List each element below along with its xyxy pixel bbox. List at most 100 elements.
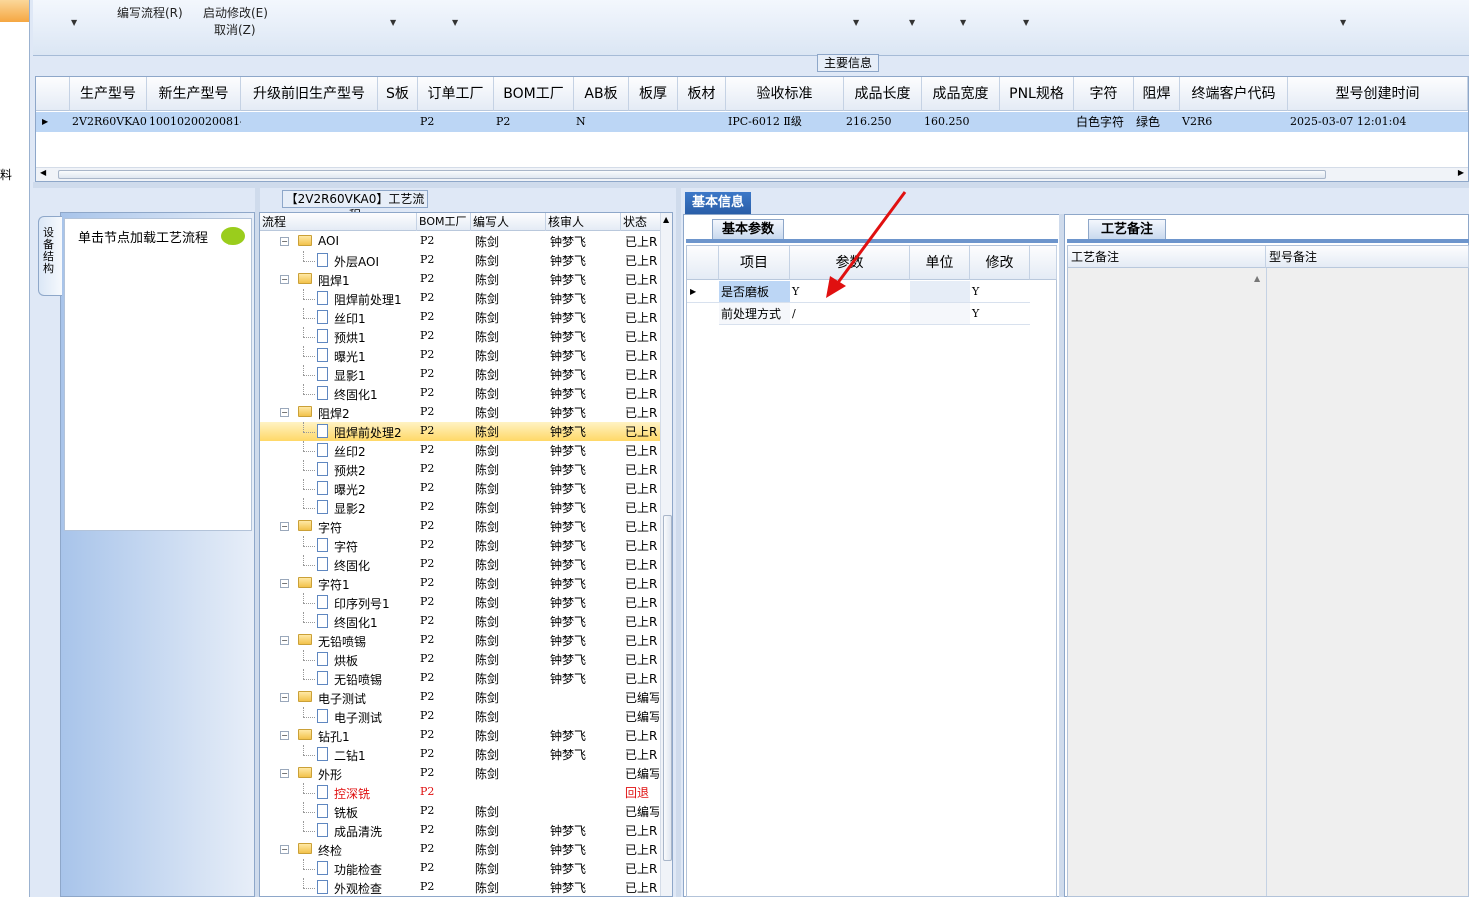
col-header[interactable]: BOM工厂 <box>417 213 471 231</box>
table-cell[interactable] <box>1000 112 1074 132</box>
tab-basic-info[interactable]: 基本信息 <box>685 192 751 214</box>
tree-folder-node[interactable]: − 外形 P2 陈剑 已编写 <box>260 764 660 783</box>
col-header[interactable]: 升级前旧生产型号 <box>241 77 378 111</box>
tree-folder-node[interactable]: − 无铅喷锡 P2 陈剑 钟梦飞 已上R <box>260 631 660 650</box>
tree-leaf-node[interactable]: 电子测试 P2 陈剑 已编写 <box>260 707 660 726</box>
tree-leaf-node[interactable]: 外层AOI P2 陈剑 钟梦飞 已上R <box>260 251 660 270</box>
table-cell[interactable]: 绿色 <box>1134 112 1180 132</box>
tree-leaf-node[interactable]: 铣板 P2 陈剑 已编写 <box>260 802 660 821</box>
table-cell[interactable] <box>629 112 678 132</box>
tree-leaf-node[interactable]: 成品清洗 P2 陈剑 钟梦飞 已上R <box>260 821 660 840</box>
col-header[interactable]: 新生产型号 <box>147 77 241 111</box>
col-header[interactable]: 字符 <box>1074 77 1134 111</box>
tree-leaf-node[interactable]: 显影1 P2 陈剑 钟梦飞 已上R <box>260 365 660 384</box>
collapse-icon[interactable]: − <box>280 636 289 645</box>
tree-folder-node[interactable]: − AOI P2 陈剑 钟梦飞 已上R <box>260 232 660 251</box>
write-flow-button[interactable]: 编写流程(R) <box>117 4 183 21</box>
cancel-button[interactable]: 取消(Z) <box>214 21 256 38</box>
col-header[interactable]: 修改 <box>970 246 1030 280</box>
horizontal-scrollbar[interactable]: ◀ ▶ <box>36 167 1468 181</box>
chevron-down-icon[interactable]: ▼ <box>1023 18 1029 27</box>
col-header[interactable]: S板 <box>378 77 418 111</box>
chevron-down-icon[interactable]: ▼ <box>452 18 458 27</box>
tab-device-structure[interactable]: 设备结构 <box>38 216 62 296</box>
collapse-icon[interactable]: − <box>280 769 289 778</box>
collapse-icon[interactable]: − <box>280 522 289 531</box>
tree-leaf-node[interactable]: 预烘2 P2 陈剑 钟梦飞 已上R <box>260 460 660 479</box>
chevron-down-icon[interactable]: ▼ <box>71 18 77 27</box>
scroll-right-icon[interactable]: ▶ <box>1458 168 1464 177</box>
start-modify-button[interactable]: 启动修改(E) <box>203 4 268 21</box>
vertical-splitter[interactable] <box>676 188 681 897</box>
scroll-up-icon[interactable]: ▲ <box>1254 274 1260 283</box>
tree-leaf-node[interactable]: 无铅喷锡 P2 陈剑 钟梦飞 已上R <box>260 669 660 688</box>
tree-leaf-node[interactable]: 曝光2 P2 陈剑 钟梦飞 已上R <box>260 479 660 498</box>
scroll-thumb[interactable] <box>58 170 1326 179</box>
tree-leaf-node[interactable]: 丝印2 P2 陈剑 钟梦飞 已上R <box>260 441 660 460</box>
col-header[interactable]: 成品宽度 <box>922 77 1000 111</box>
col-header[interactable]: 终端客户代码 <box>1180 77 1288 111</box>
tree-leaf-node[interactable]: 显影2 P2 陈剑 钟梦飞 已上R <box>260 498 660 517</box>
table-cell[interactable]: N <box>574 112 629 132</box>
col-header[interactable]: PNL规格 <box>1000 77 1074 111</box>
horizontal-splitter[interactable] <box>33 182 1469 188</box>
table-cell[interactable]: P2 <box>418 112 494 132</box>
param-modify[interactable]: Y <box>970 303 1030 325</box>
param-modify[interactable]: Y <box>970 281 1030 303</box>
scroll-thumb[interactable] <box>663 515 672 861</box>
col-header[interactable]: 生产型号 <box>70 77 147 111</box>
tree-folder-node[interactable]: − 字符 P2 陈剑 钟梦飞 已上R <box>260 517 660 536</box>
scroll-left-icon[interactable]: ◀ <box>40 168 46 177</box>
col-header[interactable]: 项目 <box>719 246 790 280</box>
param-item[interactable]: 是否磨板 <box>719 281 790 303</box>
table-cell[interactable] <box>678 112 726 132</box>
col-header[interactable]: 成品长度 <box>844 77 922 111</box>
param-unit[interactable] <box>910 281 970 303</box>
tree-leaf-node[interactable]: 功能检查 P2 陈剑 钟梦飞 已上R <box>260 859 660 878</box>
device-tree-area[interactable] <box>64 218 252 531</box>
col-header[interactable]: 板材 <box>678 77 726 111</box>
tree-leaf-node[interactable]: 外观检查 P2 陈剑 钟梦飞 已上R <box>260 878 660 896</box>
table-cell[interactable]: P2 <box>494 112 574 132</box>
tree-folder-node[interactable]: − 电子测试 P2 陈剑 已编写 <box>260 688 660 707</box>
tree-folder-node[interactable]: − 阻焊1 P2 陈剑 钟梦飞 已上R <box>260 270 660 289</box>
collapse-icon[interactable]: − <box>280 845 289 854</box>
tree-leaf-node[interactable]: 印序列号1 P2 陈剑 钟梦飞 已上R <box>260 593 660 612</box>
collapse-icon[interactable]: − <box>280 731 289 740</box>
table-cell[interactable]: 160.250 <box>922 112 1000 132</box>
tree-leaf-node[interactable]: 烘板 P2 陈剑 钟梦飞 已上R <box>260 650 660 669</box>
col-header[interactable]: 核审人 <box>546 213 621 231</box>
tree-leaf-node[interactable]: 阻焊前处理2 P2 陈剑 钟梦飞 已上R <box>260 422 660 441</box>
tree-leaf-node[interactable]: 阻焊前处理1 P2 陈剑 钟梦飞 已上R <box>260 289 660 308</box>
col-header[interactable]: 型号创建时间 <box>1288 77 1468 111</box>
col-header[interactable]: 编写人 <box>471 213 546 231</box>
col-header[interactable]: 状态 <box>621 213 661 231</box>
table-cell[interactable] <box>378 112 418 132</box>
tab-basic-params[interactable]: 基本参数 <box>712 219 784 239</box>
tree-folder-node[interactable]: − 钻孔1 P2 陈剑 钟梦飞 已上R <box>260 726 660 745</box>
chevron-down-icon[interactable]: ▼ <box>853 18 859 27</box>
tree-folder-node[interactable]: − 阻焊2 P2 陈剑 钟梦飞 已上R <box>260 403 660 422</box>
tree-leaf-node[interactable]: 终固化 P2 陈剑 钟梦飞 已上R <box>260 555 660 574</box>
tab-process-remarks[interactable]: 工艺备注 <box>1088 219 1166 239</box>
tree-leaf-node[interactable]: 终固化1 P2 陈剑 钟梦飞 已上R <box>260 384 660 403</box>
tree-folder-node[interactable]: − 字符1 P2 陈剑 钟梦飞 已上R <box>260 574 660 593</box>
col-header[interactable]: 单位 <box>910 246 970 280</box>
tree-leaf-node[interactable]: 字符 P2 陈剑 钟梦飞 已上R <box>260 536 660 555</box>
param-value[interactable]: / <box>790 303 910 325</box>
col-header[interactable]: AB板 <box>574 77 629 111</box>
table-cell[interactable]: 10010200200814 <box>147 112 241 132</box>
col-header[interactable]: 订单工厂 <box>418 77 494 111</box>
active-nav-marker[interactable] <box>0 0 29 22</box>
collapse-icon[interactable]: − <box>280 579 289 588</box>
tree-vertical-scrollbar[interactable]: ▲ <box>660 213 672 896</box>
table-cell[interactable]: IPC-6012 Ⅱ级 <box>726 112 844 132</box>
table-cell[interactable]: V2R6 <box>1180 112 1288 132</box>
scroll-up-icon[interactable]: ▲ <box>663 215 669 224</box>
col-header[interactable]: BOM工厂 <box>494 77 574 111</box>
col-header[interactable]: 流程 <box>260 213 417 231</box>
table-cell[interactable] <box>241 112 378 132</box>
table-cell[interactable]: 2025-03-07 12:01:04 <box>1288 112 1468 132</box>
table-cell[interactable]: 白色字符 <box>1074 112 1134 132</box>
tree-leaf-node[interactable]: 丝印1 P2 陈剑 钟梦飞 已上R <box>260 308 660 327</box>
